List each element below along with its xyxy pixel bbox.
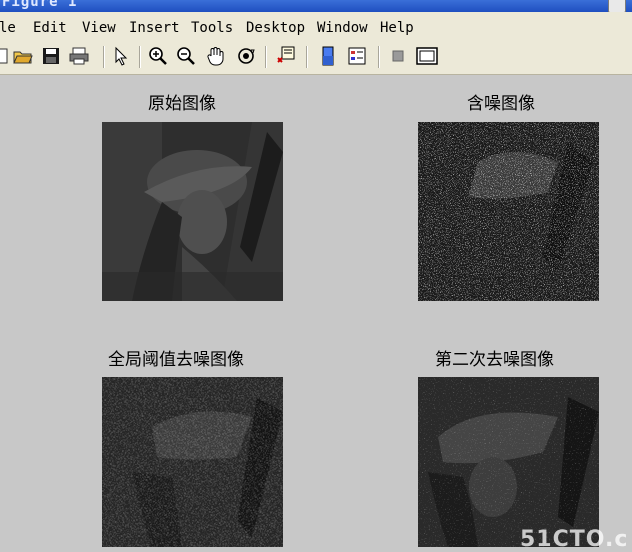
new-file-icon[interactable] [0,45,12,67]
zoom-out-icon[interactable] [175,45,197,67]
figure-canvas: 原始图像 含噪图像 全局阈值去噪图像 第二次去噪图像 51CTO.c [0,75,632,552]
hide-plot-tools-icon[interactable] [387,45,409,67]
open-folder-icon[interactable] [12,45,34,67]
subplot-title-noisy: 含噪图像 [467,94,535,114]
global-threshold-image [102,377,283,547]
colorbar-icon[interactable] [317,45,339,67]
print-icon[interactable] [68,45,90,67]
subplot-title-global-threshold: 全局阈值去噪图像 [108,350,244,370]
rotate-3d-icon[interactable] [235,45,257,67]
window-title: Figure 1 [2,0,78,10]
menu-view[interactable]: View [82,20,116,36]
pan-hand-icon[interactable] [205,45,227,67]
subplot-title-second-denoise: 第二次去噪图像 [435,350,554,370]
menu-edit[interactable]: Edit [33,20,67,36]
second-denoise-image [418,377,599,547]
data-cursor-icon[interactable] [275,45,297,67]
menu-tools[interactable]: Tools [191,20,233,36]
original-image [102,122,283,301]
noisy-image [418,122,599,301]
save-icon[interactable] [40,45,62,67]
zoom-in-icon[interactable] [147,45,169,67]
watermark: 51CTO.c [520,527,629,552]
window-title-bar: Figure 1 [0,0,632,12]
pointer-icon[interactable] [110,45,132,67]
close-button[interactable] [608,0,626,12]
menu-file[interactable]: le [0,20,16,36]
menu-window[interactable]: Window [317,20,368,36]
show-plot-tools-icon[interactable] [416,45,438,67]
menu-bar: le Edit View Insert Tools Desktop Window… [0,12,632,40]
menu-help[interactable]: Help [380,20,414,36]
menu-desktop[interactable]: Desktop [246,20,305,36]
legend-icon[interactable] [346,45,368,67]
subplot-title-original: 原始图像 [148,94,216,114]
toolbar [0,40,632,75]
menu-insert[interactable]: Insert [129,20,180,36]
